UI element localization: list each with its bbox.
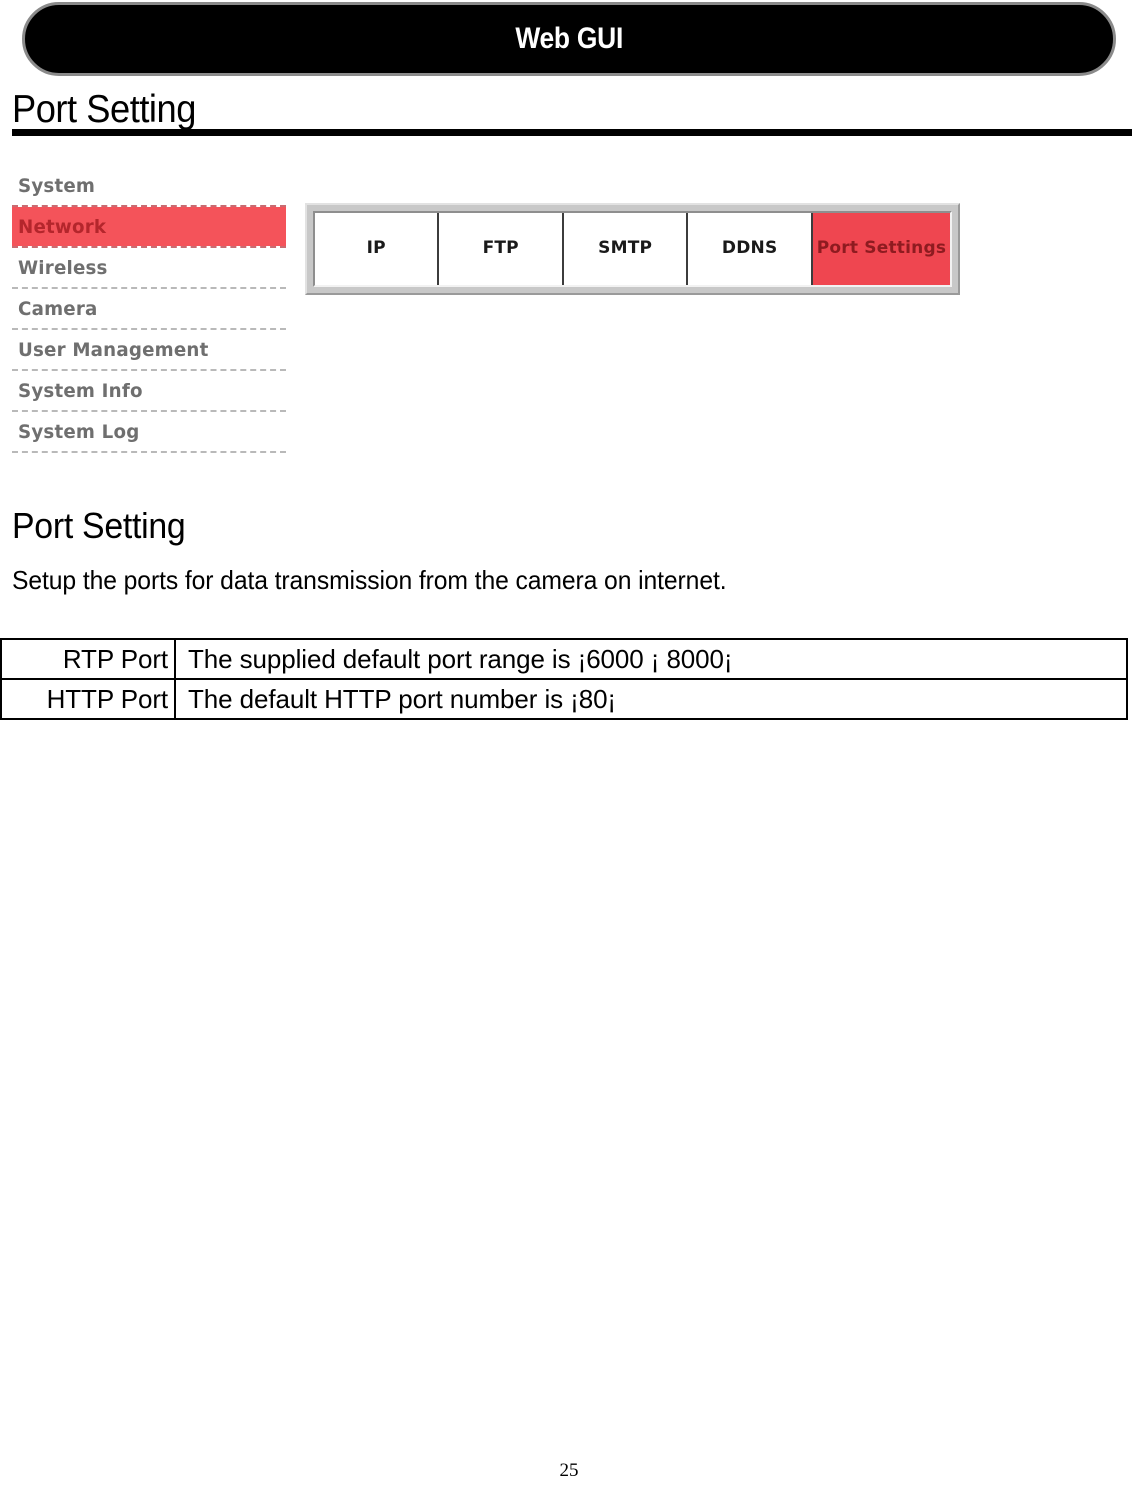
- tab-ip[interactable]: IP: [315, 213, 440, 285]
- sidebar-item-label: User Management: [18, 338, 209, 361]
- section-title: Port Setting: [12, 505, 186, 546]
- table-cell-value: The supplied default port range is ¡6000…: [174, 638, 1128, 680]
- table-cell-value: The default HTTP port number is ¡80¡: [174, 678, 1128, 720]
- sidebar-item-system-info[interactable]: System Info: [12, 371, 286, 410]
- sidebar-item-label: Network: [18, 215, 107, 238]
- table-cell-label: RTP Port: [0, 638, 176, 680]
- page-title: Port Setting: [12, 88, 196, 131]
- tab-ddns[interactable]: DDNS: [688, 213, 813, 285]
- page-heading-block: Port Setting: [12, 88, 1132, 136]
- sidebar-menu: System Network Wireless Camera User Mana…: [12, 166, 286, 453]
- page-number: 25: [559, 1460, 579, 1481]
- sidebar-item-user-management[interactable]: User Management: [12, 330, 286, 369]
- tabbar-inner: IP FTP SMTP DDNS Port Settings: [313, 211, 952, 287]
- tab-port-settings[interactable]: Port Settings: [812, 213, 951, 285]
- network-tabbar: IP FTP SMTP DDNS Port Settings: [305, 203, 960, 295]
- sidebar-item-network[interactable]: Network: [12, 207, 286, 246]
- sidebar-item-system-log[interactable]: System Log: [12, 412, 286, 451]
- sidebar-item-system[interactable]: System: [12, 166, 286, 205]
- heading-rule: [12, 129, 1132, 136]
- table-row: HTTP Port The default HTTP port number i…: [0, 678, 1128, 720]
- tab-smtp[interactable]: SMTP: [564, 213, 689, 285]
- sidebar-item-label: Wireless: [18, 256, 108, 279]
- sidebar-item-label: System Log: [18, 420, 140, 443]
- web-gui-banner: Web GUI: [22, 2, 1116, 76]
- sidebar-separator: [12, 451, 286, 453]
- banner-title: Web GUI: [515, 22, 623, 55]
- sidebar-item-label: System Info: [18, 379, 143, 402]
- port-spec-table: RTP Port The supplied default port range…: [0, 638, 1128, 720]
- sidebar-item-wireless[interactable]: Wireless: [12, 248, 286, 287]
- section-description: Setup the ports for data transmission fr…: [12, 565, 727, 595]
- table-cell-label: HTTP Port: [0, 678, 176, 720]
- sidebar-item-label: Camera: [18, 297, 98, 320]
- tab-ftp[interactable]: FTP: [439, 213, 564, 285]
- sidebar-item-label: System: [18, 174, 96, 197]
- sidebar-item-camera[interactable]: Camera: [12, 289, 286, 328]
- table-row: RTP Port The supplied default port range…: [0, 638, 1128, 680]
